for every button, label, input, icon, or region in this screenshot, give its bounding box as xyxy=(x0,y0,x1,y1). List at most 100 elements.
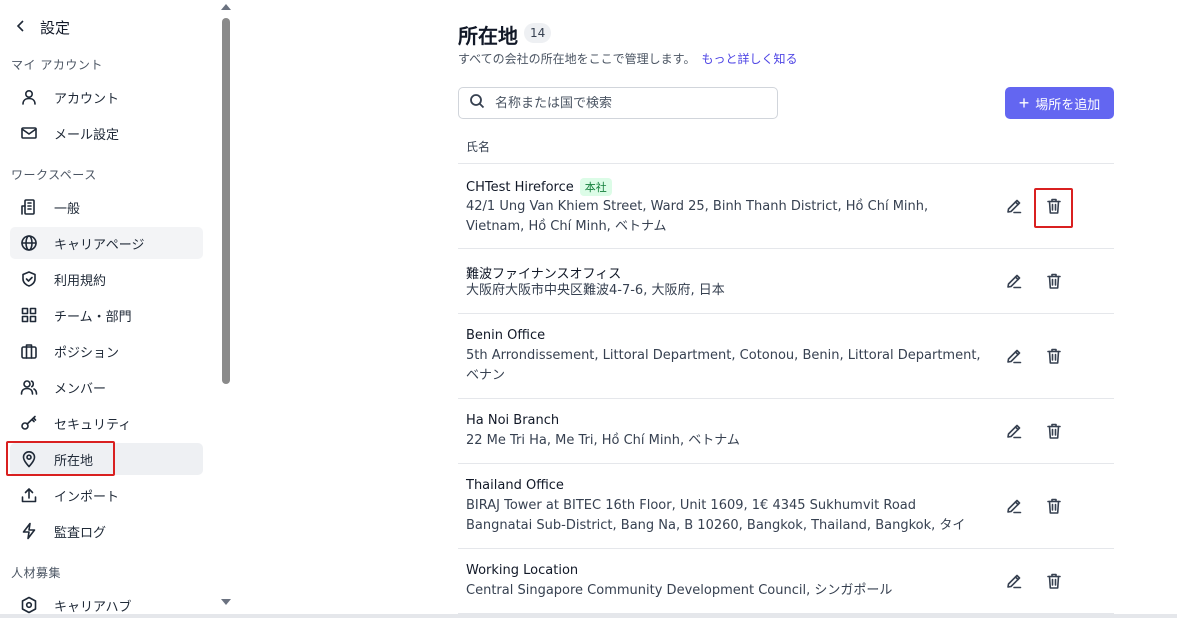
sidebar-item-terms[interactable]: 利用規約 xyxy=(10,263,203,295)
sidebar-item-teams[interactable]: チーム・部門 xyxy=(10,299,203,331)
sidebar-item-label: 利用規約 xyxy=(54,273,107,289)
section-label-recruiting: 人材募集 xyxy=(11,566,62,580)
location-name: CHTest Hireforce xyxy=(466,179,574,195)
edit-icon[interactable] xyxy=(1003,495,1025,517)
trash-icon[interactable] xyxy=(1043,420,1065,442)
page-subtitle: すべての会社の所在地をここで管理します。 もっと詳しく知る xyxy=(458,50,798,67)
edit-icon[interactable] xyxy=(1003,345,1025,367)
sidebar-item-label: アカウント xyxy=(54,91,120,107)
search-input[interactable] xyxy=(495,95,765,111)
sidebar-item-security[interactable]: セキュリティ xyxy=(10,407,203,439)
sidebar-item-label: ポジション xyxy=(54,345,120,361)
section-label-workspace: ワークスペース xyxy=(11,168,97,182)
column-header-name: 氏名 xyxy=(466,140,491,154)
key-icon xyxy=(20,414,38,432)
location-name: Working Location xyxy=(466,563,579,578)
headquarters-badge: 本社 xyxy=(579,178,612,196)
sidebar-item-mail-settings[interactable]: メール設定 xyxy=(10,117,203,149)
sidebar-item-label: 一般 xyxy=(54,201,81,217)
sidebar-item-career-page[interactable]: キャリアページ xyxy=(10,227,203,259)
add-location-label: 場所を追加 xyxy=(1035,96,1101,112)
edit-icon[interactable] xyxy=(1003,195,1025,217)
upload-icon xyxy=(20,486,38,504)
trash-icon[interactable] xyxy=(1043,270,1065,292)
sidebar-scroll-thumb[interactable] xyxy=(222,18,230,384)
mail-icon xyxy=(20,124,38,142)
scroll-up-arrow-icon[interactable] xyxy=(221,4,231,10)
table-row[interactable]: Thailand Office BIRAJ Tower at BITEC 16t… xyxy=(458,464,1114,549)
section-label-my-account: マイ アカウント xyxy=(11,58,103,72)
window-bottom-border xyxy=(0,614,1177,618)
app-window: 設定 マイ アカウント アカウント メール設定 ワークスペース 一般 キャリアペ… xyxy=(0,0,1177,618)
trash-icon[interactable] xyxy=(1043,495,1065,517)
sidebar-item-label: インポート xyxy=(54,489,120,505)
user-icon xyxy=(20,88,38,106)
location-name: Ha Noi Branch xyxy=(466,413,560,428)
edit-icon[interactable] xyxy=(1003,420,1025,442)
sidebar-item-label: セキュリティ xyxy=(54,417,132,433)
location-count-badge: 14 xyxy=(524,23,552,43)
sidebar-item-positions[interactable]: ポジション xyxy=(10,335,203,367)
sidebar-item-label: メール設定 xyxy=(54,127,120,143)
locations-page: 所在地 14 すべての会社の所在地をここで管理します。もっと詳しく知る + 場所… xyxy=(236,0,1177,618)
back-button[interactable]: 設定 xyxy=(14,14,70,40)
location-name-line: 難波ファイナンスオフィス xyxy=(466,263,621,282)
location-address: 22 Me Tri Ha, Me Tri, Hồ Chí Minh, ベトナム xyxy=(466,433,740,448)
scroll-down-arrow-icon[interactable] xyxy=(221,599,231,605)
search-icon xyxy=(469,93,485,113)
settings-title: 設定 xyxy=(40,18,71,37)
location-name-line: Ha Noi Branch xyxy=(466,413,559,428)
location-name-line: Thailand Office xyxy=(466,478,564,493)
table-row[interactable]: Ha Noi Branch 22 Me Tri Ha, Me Tri, Hồ C… xyxy=(458,399,1114,464)
location-name-line: CHTest Hireforce 本社 xyxy=(466,178,612,196)
map-pin-icon xyxy=(20,450,38,468)
sidebar-item-label: キャリアページ xyxy=(54,237,145,253)
sidebar-item-locations[interactable]: 所在地 xyxy=(10,443,203,475)
globe-icon xyxy=(20,234,38,252)
trash-icon[interactable] xyxy=(1043,345,1065,367)
trash-icon[interactable] xyxy=(1043,570,1065,592)
grid-icon xyxy=(20,306,38,324)
edit-icon[interactable] xyxy=(1003,570,1025,592)
sidebar-item-label: 所在地 xyxy=(54,453,94,469)
location-address: BIRAJ Tower at BITEC 16th Floor, Unit 16… xyxy=(466,498,966,533)
location-name: Thailand Office xyxy=(466,478,564,493)
chevron-left-icon xyxy=(14,18,28,37)
location-address: 大阪府大阪市中央区難波4-7-6, 大阪府, 日本 xyxy=(466,283,725,298)
sidebar-item-label: メンバー xyxy=(54,381,107,397)
briefcase-icon xyxy=(20,342,38,360)
search-box[interactable] xyxy=(458,87,778,119)
plus-icon: + xyxy=(1018,93,1030,113)
location-name-line: Benin Office xyxy=(466,328,545,343)
sidebar-item-account[interactable]: アカウント xyxy=(10,81,203,113)
sidebar-item-audit-log[interactable]: 監査ログ xyxy=(10,515,203,547)
career-hub-icon xyxy=(20,596,38,614)
lightning-icon xyxy=(20,522,38,540)
table-row[interactable]: CHTest Hireforce 本社 42/1 Ung Van Khiem S… xyxy=(458,164,1114,249)
sidebar-item-label: チーム・部門 xyxy=(54,309,132,325)
location-name-line: Working Location xyxy=(466,563,578,578)
location-address: Central Singapore Community Development … xyxy=(466,583,893,598)
sidebar-item-import[interactable]: インポート xyxy=(10,479,203,511)
location-name: 難波ファイナンスオフィス xyxy=(466,267,622,282)
table-row[interactable]: Working Location Central Singapore Commu… xyxy=(458,549,1114,614)
table-row[interactable]: Benin Office 5th Arrondissement, Littora… xyxy=(458,314,1114,399)
sidebar-item-members[interactable]: メンバー xyxy=(10,371,203,403)
sidebar-item-general[interactable]: 一般 xyxy=(10,191,203,223)
edit-icon[interactable] xyxy=(1003,270,1025,292)
add-location-button[interactable]: + 場所を追加 xyxy=(1005,87,1114,119)
table-row[interactable]: 難波ファイナンスオフィス 大阪府大阪市中央区難波4-7-6, 大阪府, 日本 xyxy=(458,249,1114,314)
location-address: 42/1 Ung Van Khiem Street, Ward 25, Binh… xyxy=(466,199,929,234)
sidebar-item-label: 監査ログ xyxy=(54,525,107,541)
sidebar-item-label: キャリアハブ xyxy=(54,599,132,615)
location-address: 5th Arrondissement, Littoral Department,… xyxy=(466,348,981,383)
users-icon xyxy=(20,378,38,396)
trash-icon[interactable] xyxy=(1043,195,1065,217)
settings-sidebar: 設定 マイ アカウント アカウント メール設定 ワークスペース 一般 キャリアペ… xyxy=(0,0,236,618)
learn-more-link[interactable]: もっと詳しく知る xyxy=(701,52,797,66)
shield-icon xyxy=(20,270,38,288)
subtitle-text: すべての会社の所在地をここで管理します。 xyxy=(458,52,696,66)
location-name: Benin Office xyxy=(466,328,546,343)
page-title: 所在地 xyxy=(458,24,518,48)
building-icon xyxy=(20,198,38,216)
